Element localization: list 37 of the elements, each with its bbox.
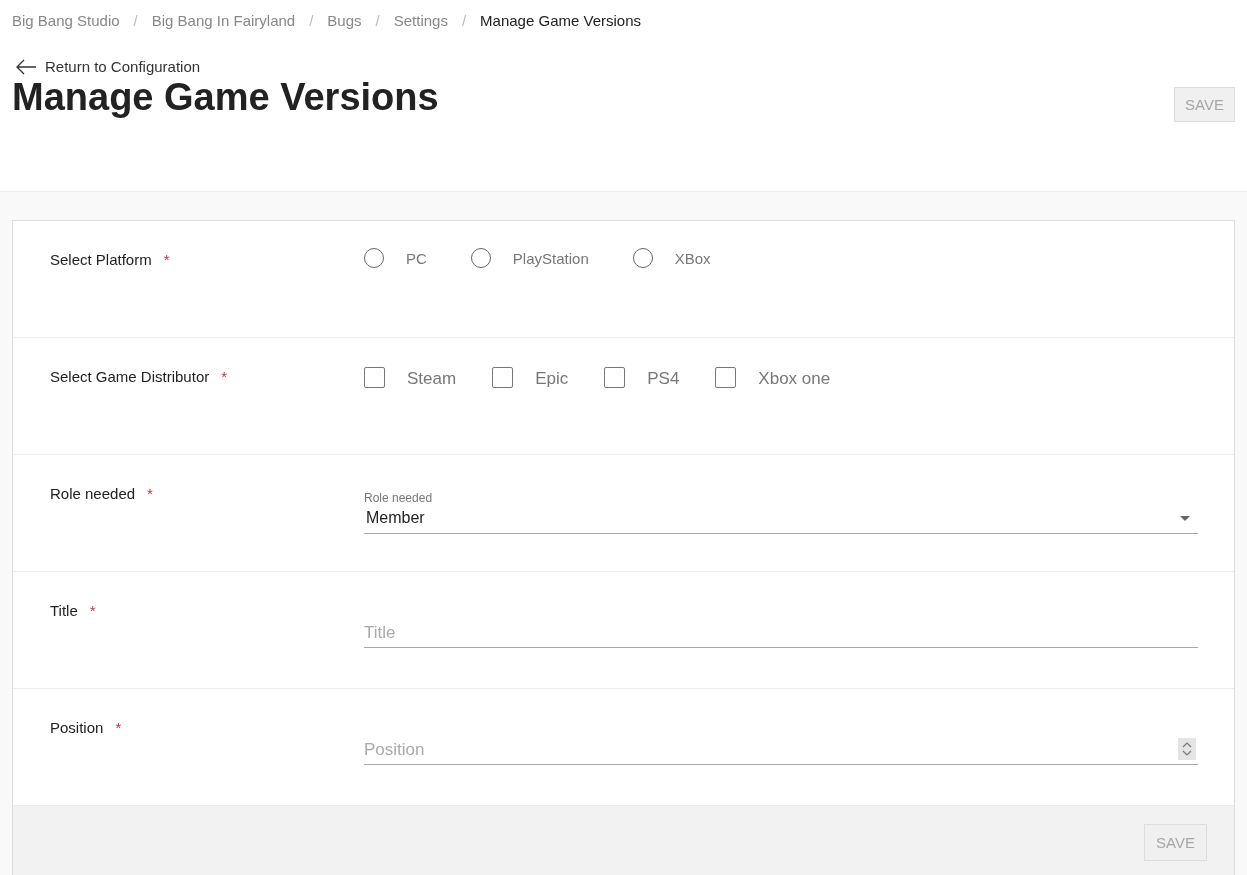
field-label: Role needed xyxy=(50,485,136,502)
breadcrumb-separator: / xyxy=(375,12,380,29)
checkbox[interactable] xyxy=(492,367,514,388)
checkbox-label: Steam xyxy=(407,368,457,389)
breadcrumb-link[interactable]: Big Bang Studio xyxy=(12,12,120,29)
breadcrumb-separator: / xyxy=(309,12,314,29)
radio-label: XBox xyxy=(674,249,711,267)
required-mark: * xyxy=(163,251,170,268)
checkbox-label: PS4 xyxy=(647,368,680,389)
left-arrow-icon xyxy=(15,58,37,75)
breadcrumb-link[interactable]: Big Bang In Fairyland xyxy=(151,12,296,29)
checkbox[interactable] xyxy=(604,367,626,388)
breadcrumb-separator: / xyxy=(461,12,467,29)
current-page-label: Manage Game Versions xyxy=(480,12,641,29)
required-mark: * xyxy=(115,719,122,736)
breadcrumb-link[interactable]: Settings xyxy=(393,12,448,29)
checkbox[interactable] xyxy=(364,367,385,388)
field-label: Select Platform xyxy=(50,251,152,268)
radio-label: PlayStation xyxy=(512,249,589,267)
back-link[interactable]: Return to Configuration xyxy=(15,58,1235,75)
breadcrumb-separator: / xyxy=(133,12,138,29)
field-label: Select Game Distributor xyxy=(50,368,210,385)
required-mark: * xyxy=(147,485,153,502)
field-label: Position xyxy=(50,719,104,736)
checkbox-label: Epic xyxy=(535,368,569,389)
radio-label: PC xyxy=(406,249,427,267)
field-label: Title xyxy=(50,602,78,619)
required-mark: * xyxy=(221,368,228,385)
checkbox[interactable] xyxy=(715,367,737,388)
title-input-field[interactable]: Title xyxy=(364,599,1198,648)
checkbox-label: Xbox one xyxy=(758,368,831,389)
page-title: Manage Game Versions xyxy=(12,76,439,119)
spinner-icon[interactable] xyxy=(1178,738,1196,760)
breadcrumb-link[interactable]: Bugs xyxy=(327,12,362,29)
select-field[interactable]: Role needed Member xyxy=(364,491,1198,534)
dropdown-caret-icon xyxy=(1180,515,1190,521)
required-mark: * xyxy=(89,602,96,619)
